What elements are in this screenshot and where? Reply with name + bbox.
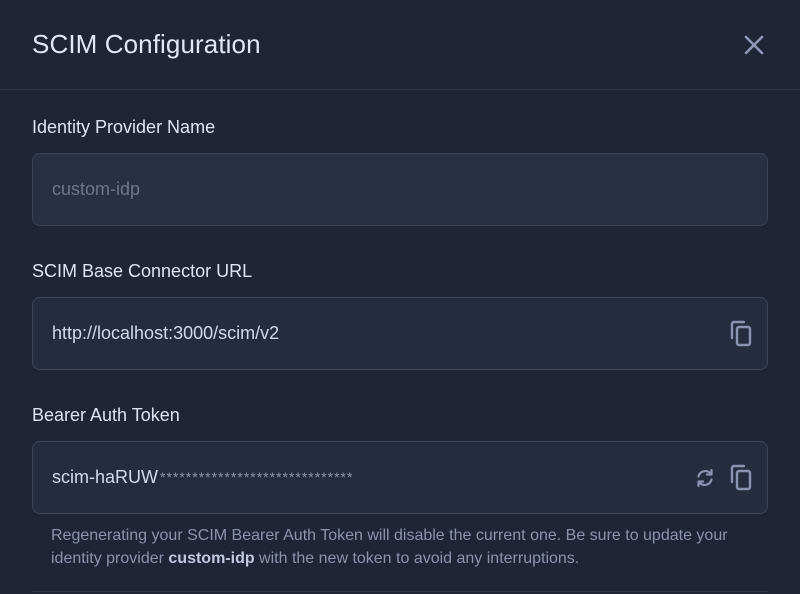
bearer-token-label: Bearer Auth Token [32,405,180,425]
copy-token-button[interactable] [726,463,756,493]
copy-icon [730,320,752,346]
copy-icon [730,464,752,490]
token-help-text: Regenerating your SCIM Bearer Auth Token… [32,524,768,570]
idp-name-placeholder: custom-idp [52,179,141,199]
modal-body: Identity Provider Name custom-idp SCIM B… [0,116,800,592]
modal-header: SCIM Configuration [0,0,800,90]
close-icon [744,35,764,54]
bearer-token-input[interactable]: scim-haRUW ****************************** [32,441,768,514]
copy-url-button[interactable] [726,319,756,349]
regenerate-token-button[interactable] [690,463,720,493]
help-text-part2: with the new token to avoid any interrup… [254,550,580,567]
bearer-token-value: scim-haRUW ****************************** [52,467,690,488]
divider [32,591,768,592]
refresh-icon [697,468,713,487]
scim-config-modal: SCIM Configuration Identity Provider Nam… [0,0,800,594]
help-idp-name: custom-idp [168,550,255,567]
token-masked: ****************************** [160,469,354,485]
base-url-input[interactable]: http://localhost:3000/scim/v2 [32,297,768,370]
close-button[interactable] [738,29,770,61]
token-prefix: scim-haRUW [52,467,158,487]
modal-title: SCIM Configuration [32,29,261,59]
idp-name-input[interactable]: custom-idp [32,153,768,226]
base-url-label: SCIM Base Connector URL [32,261,253,281]
idp-name-label: Identity Provider Name [32,117,216,137]
base-url-value: http://localhost:3000/scim/v2 [52,323,280,343]
